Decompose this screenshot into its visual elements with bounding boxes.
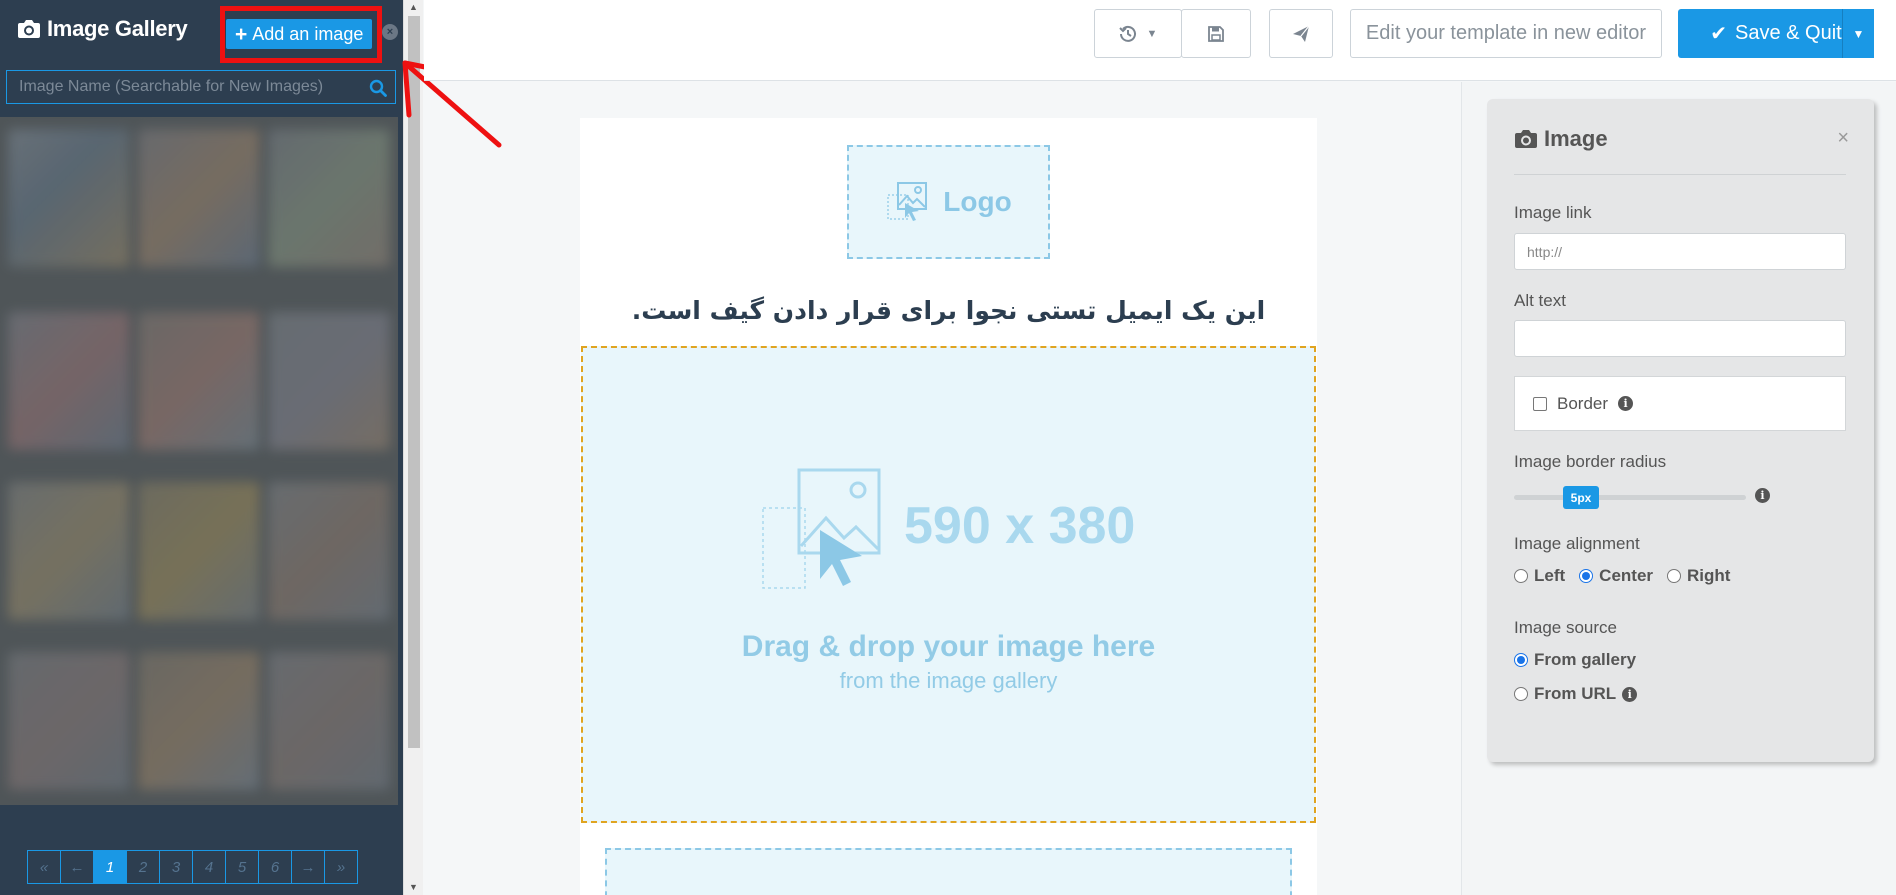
gallery-thumbnails	[0, 117, 398, 805]
camera-icon	[18, 20, 40, 38]
chevron-down-icon: ▼	[1146, 27, 1158, 40]
page-6[interactable]: 6	[258, 850, 292, 884]
gallery-search	[6, 70, 396, 104]
border-radius-label: Image border radius	[1514, 452, 1667, 471]
top-toolbar: ▼ Edit your template in new editor	[424, 0, 1896, 81]
alt-text-label: Alt text	[1514, 291, 1566, 310]
gallery-title: Image Gallery	[17, 16, 188, 42]
floppy-disk-icon	[1208, 25, 1224, 42]
search-icon[interactable]	[369, 79, 387, 97]
camera-icon	[1515, 130, 1537, 148]
scroll-down-icon[interactable]: ▼	[409, 882, 418, 892]
border-label: Border	[1557, 393, 1609, 413]
source-url-option: From URL i	[1514, 684, 1638, 704]
page-1[interactable]: 1	[93, 850, 127, 884]
gallery-thumbnail[interactable]	[138, 312, 260, 450]
history-icon	[1118, 25, 1136, 42]
panel-divider	[1514, 174, 1846, 175]
source-gallery-radio[interactable]	[1514, 653, 1528, 667]
align-right-radio[interactable]	[1667, 569, 1682, 583]
email-editor-app: Image Gallery + Add an image × Image Nam…	[0, 0, 1896, 895]
border-option: Border i	[1514, 376, 1846, 431]
alignment-label: Image alignment	[1514, 534, 1640, 553]
gallery-thumbnail[interactable]	[138, 482, 260, 620]
image-gallery-sidebar: Image Gallery + Add an image × Image Nam…	[0, 0, 403, 895]
check-icon: ✔	[1710, 23, 1728, 45]
page-prev[interactable]: ←	[60, 850, 94, 884]
paper-plane-icon	[1293, 25, 1310, 42]
next-block-placeholder[interactable]	[605, 848, 1292, 895]
info-icon[interactable]: i	[1755, 488, 1770, 503]
email-heading[interactable]: این یک ایمیل تستی نجوا برای قرار دادن گی…	[580, 296, 1317, 325]
gallery-thumbnail[interactable]	[8, 482, 130, 620]
gallery-thumbnail[interactable]	[268, 652, 390, 790]
edit-in-new-editor-button[interactable]: Edit your template in new editor	[1350, 9, 1662, 58]
border-checkbox[interactable]	[1533, 396, 1547, 411]
source-url-radio[interactable]	[1514, 687, 1528, 701]
align-center-radio[interactable]	[1579, 569, 1594, 583]
edit-in-new-editor-label: Edit your template in new editor	[1365, 22, 1647, 44]
logo-placeholder[interactable]: Logo	[847, 145, 1050, 259]
alignment-options: Left Center Right	[1514, 566, 1730, 586]
caret-down-icon: ▼	[1852, 26, 1865, 41]
email-canvas: Logo این یک ایمیل تستی نجوا برای قرار دا…	[580, 118, 1317, 895]
main-image-dropzone[interactable]: 590 x 380 Drag & drop your image here fr…	[581, 346, 1316, 823]
send-test-button[interactable]	[1269, 9, 1333, 58]
close-gallery-icon[interactable]: ×	[382, 24, 398, 40]
alt-text-input[interactable]	[1514, 320, 1846, 357]
gallery-thumbnail[interactable]	[8, 652, 130, 790]
gallery-thumbnail[interactable]	[268, 312, 390, 450]
page-3[interactable]: 3	[159, 850, 193, 884]
align-left-radio[interactable]	[1514, 569, 1528, 583]
border-radius-slider[interactable]	[1514, 495, 1746, 500]
save-and-quit-label: Save & Quit	[1735, 22, 1842, 44]
page-4[interactable]: 4	[192, 850, 226, 884]
scroll-up-icon[interactable]: ▲	[409, 2, 418, 12]
source-url-label: From URL	[1534, 684, 1617, 703]
source-gallery-option: From gallery	[1514, 650, 1636, 670]
image-search-input[interactable]	[7, 71, 357, 103]
border-radius-handle[interactable]: 5px	[1563, 486, 1599, 509]
page-5[interactable]: 5	[225, 850, 259, 884]
gallery-thumbnail[interactable]	[8, 312, 130, 450]
image-source-label: Image source	[1514, 618, 1617, 637]
save-options-dropdown[interactable]: ▼	[1842, 9, 1874, 58]
info-icon[interactable]: i	[1618, 396, 1634, 411]
gallery-title-text: Image Gallery	[47, 16, 188, 41]
image-link-input[interactable]	[1514, 233, 1846, 270]
gallery-thumbnail[interactable]	[268, 129, 390, 267]
plus-icon: +	[235, 22, 248, 46]
image-placeholder-icon	[887, 182, 928, 221]
save-draft-button[interactable]	[1181, 9, 1251, 58]
page-first[interactable]: «	[27, 850, 61, 884]
page-2[interactable]: 2	[126, 850, 160, 884]
panel-title: Image	[1514, 126, 1608, 152]
align-left-label: Left	[1534, 566, 1566, 585]
add-image-label: Add an image	[252, 23, 364, 44]
align-center-label: Center	[1599, 566, 1654, 585]
page-next[interactable]: →	[291, 850, 325, 884]
image-dimensions: 590 x 380	[904, 497, 1136, 555]
page-last[interactable]: »	[324, 850, 358, 884]
history-button[interactable]: ▼	[1094, 9, 1182, 58]
gallery-thumbnail[interactable]	[138, 652, 260, 790]
gallery-header: Image Gallery + Add an image ×	[0, 0, 403, 66]
align-right-label: Right	[1687, 566, 1731, 585]
image-properties-panel: Image × Image link Alt text Border i Ima…	[1487, 99, 1874, 762]
add-image-button[interactable]: + Add an image	[226, 19, 373, 49]
gallery-thumbnail[interactable]	[138, 129, 260, 267]
drag-drop-text: Drag & drop your image here	[741, 630, 1156, 663]
logo-label: Logo	[943, 186, 1012, 217]
drag-drop-subtext: from the image gallery	[839, 668, 1058, 693]
info-icon[interactable]: i	[1622, 686, 1638, 702]
gallery-thumbnail[interactable]	[8, 129, 130, 267]
image-placeholder-icon	[762, 468, 881, 589]
gallery-thumbnail[interactable]	[268, 482, 390, 620]
close-panel-icon[interactable]: ×	[1837, 127, 1849, 150]
image-link-label: Image link	[1514, 203, 1592, 222]
gallery-pagination: « ← 1 2 3 4 5 6 → »	[27, 850, 358, 884]
source-gallery-label: From gallery	[1534, 650, 1637, 669]
panel-title-text: Image	[1544, 126, 1608, 151]
